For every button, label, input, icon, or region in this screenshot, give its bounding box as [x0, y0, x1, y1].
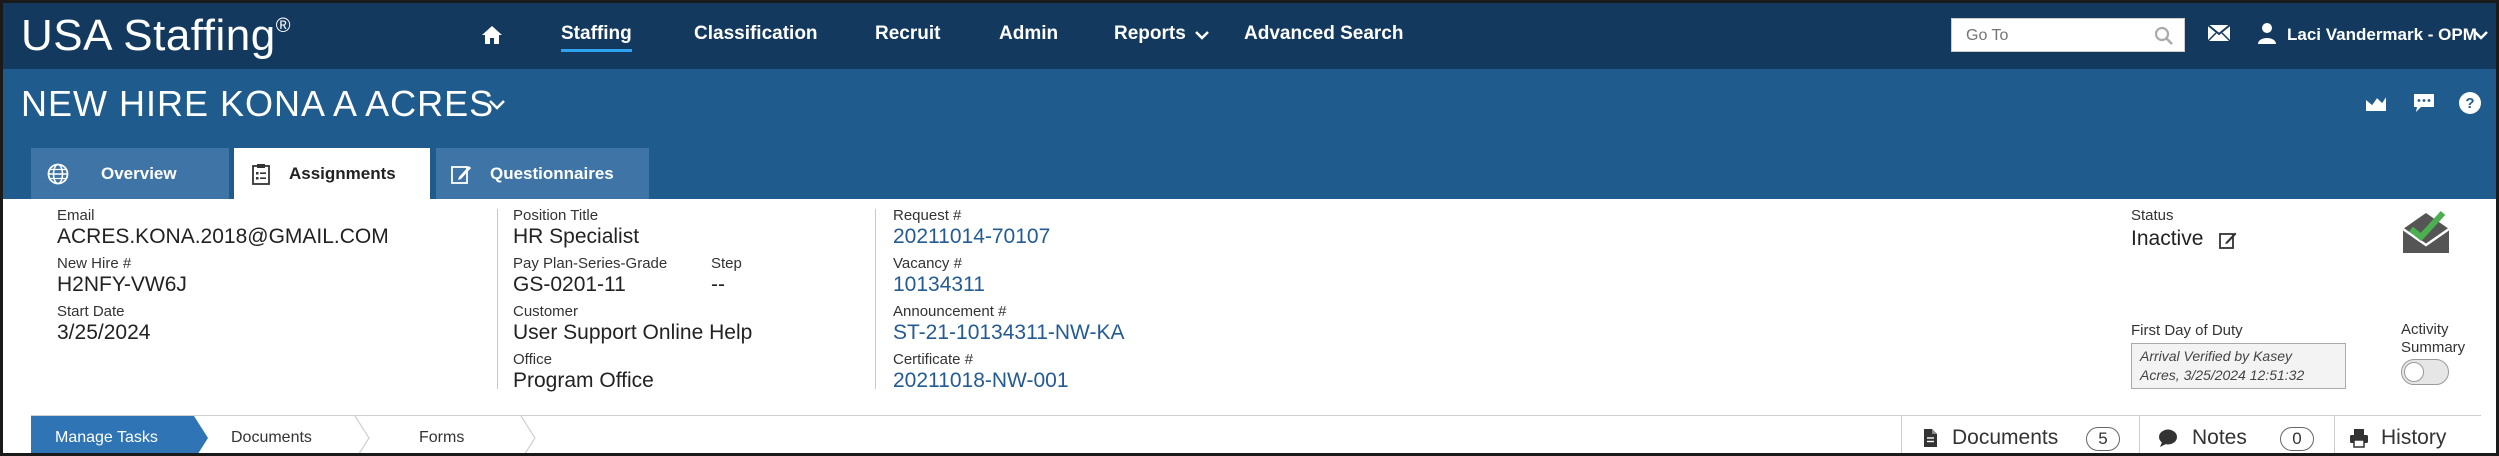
app-window: USA Staffing® Staffing Classification Re… [0, 0, 2499, 456]
first-day-label: First Day of Duty [2131, 322, 2243, 339]
pay-plan-label: Pay Plan-Series-Grade [513, 255, 668, 272]
goto-box [1951, 18, 2185, 52]
start-date-label: Start Date [57, 303, 125, 320]
document-icon [1924, 429, 1937, 447]
status-value: Inactive [2131, 227, 2204, 250]
step-value: -- [711, 273, 725, 296]
history-panel-tab[interactable]: History [2334, 416, 2481, 453]
subtab-manage-tasks-label: Manage Tasks [55, 429, 158, 446]
title-chevron-down-icon[interactable] [488, 99, 506, 111]
customer-label: Customer [513, 303, 579, 320]
brand-text: USA Staffing [21, 11, 276, 60]
tab-questionnaires[interactable]: Questionnaires [436, 148, 649, 199]
user-chevron-down-icon[interactable] [2473, 29, 2489, 41]
edit-status-icon[interactable] [2219, 231, 2237, 249]
globe-icon [47, 163, 69, 185]
notes-panel-tab[interactable]: Notes 0 [2139, 416, 2334, 453]
step-label: Step [711, 255, 742, 272]
request-label: Request # [893, 207, 962, 224]
notes-count-badge: 0 [2280, 427, 2314, 451]
first-day-value: Arrival Verified by Kasey Acres, 3/25/20… [2131, 343, 2346, 389]
activity-summary-label: Activity Summary [2401, 321, 2465, 357]
mail-icon[interactable] [2207, 24, 2231, 42]
activity-label-line-1: Activity [2401, 321, 2449, 338]
top-nav: USA Staffing® Staffing Classification Re… [3, 3, 2496, 69]
activity-summary-toggle[interactable] [2401, 359, 2449, 385]
tab-overview[interactable]: Overview [31, 148, 229, 199]
nav-admin[interactable]: Admin [999, 23, 1058, 45]
arrival-line-1: Arrival Verified by Kasey [2140, 348, 2292, 364]
pay-plan-value: GS-0201-11 [513, 273, 626, 296]
new-hire-value: H2NFY-VW6J [57, 273, 187, 296]
office-value: Program Office [513, 369, 654, 392]
brand-logo[interactable]: USA Staffing® [21, 11, 291, 61]
customer-value: User Support Online Help [513, 321, 753, 344]
new-hire-label: New Hire # [57, 255, 132, 272]
envelope-logo-icon [2402, 210, 2450, 253]
breadcrumb-separator [520, 416, 536, 453]
nav-advanced-search[interactable]: Advanced Search [1244, 23, 1403, 45]
goto-input[interactable] [1966, 25, 2146, 47]
vacancy-label: Vacancy # [893, 255, 962, 272]
documents-panel-label: Documents [1952, 426, 2059, 449]
dashboard-icon[interactable] [2364, 91, 2388, 115]
tab-assignments[interactable]: Assignments [234, 148, 430, 201]
page-title: NEW HIRE KONA A ACRES [21, 83, 495, 124]
history-panel-label: History [2381, 426, 2447, 449]
subtab-manage-tasks[interactable]: Manage Tasks [31, 416, 194, 453]
comment-icon[interactable] [2412, 91, 2436, 115]
status-label: Status [2131, 207, 2174, 224]
nav-classification[interactable]: Classification [694, 23, 818, 45]
column-divider [497, 209, 498, 389]
vacancy-link[interactable]: 10134311 [893, 273, 985, 297]
user-icon[interactable] [2257, 22, 2277, 44]
nav-reports[interactable]: Reports [1114, 23, 1186, 45]
home-icon[interactable] [481, 25, 503, 45]
edit-form-icon [451, 166, 471, 184]
sub-nav-bar: Manage Tasks Documents Forms Documents 5… [31, 415, 2481, 453]
activity-label-line-2: Summary [2401, 339, 2466, 356]
column-divider [875, 209, 876, 389]
reports-chevron-down-icon[interactable] [1195, 30, 1209, 40]
toggle-knob [2404, 362, 2424, 382]
position-title-label: Position Title [513, 207, 599, 224]
arrival-line-2: Acres, 3/25/2024 12:51:32 [2140, 367, 2305, 383]
position-title-value: HR Specialist [513, 225, 640, 248]
new-hire-details: Email ACRES.KONA.2018@GMAIL.COM New Hire… [31, 199, 2481, 415]
notes-panel-label: Notes [2192, 426, 2247, 449]
office-label: Office [513, 351, 552, 368]
help-icon[interactable]: ? [2458, 91, 2482, 115]
announcement-link[interactable]: ST-21-10134311-NW-KA [893, 321, 1125, 345]
clipboard-list-icon [252, 164, 270, 185]
tab-overview-label: Overview [101, 164, 177, 183]
user-name[interactable]: Laci Vandermark - OPM [2287, 25, 2477, 45]
note-bubble-icon [2159, 429, 2177, 447]
start-date-value: 3/25/2024 [57, 321, 151, 344]
printer-history-icon [2350, 429, 2368, 448]
svg-text:?: ? [2465, 95, 2474, 112]
subtab-documents-label: Documents [231, 429, 312, 446]
email-value: ACRES.KONA.2018@GMAIL.COM [57, 225, 389, 248]
documents-count-badge: 5 [2086, 427, 2120, 451]
certificate-label: Certificate # [893, 351, 974, 368]
request-link[interactable]: 20211014-70107 [893, 225, 1050, 249]
tab-questionnaires-label: Questionnaires [490, 164, 614, 183]
announcement-label: Announcement # [893, 303, 1007, 320]
nav-staffing[interactable]: Staffing [561, 23, 632, 52]
brand-mark: ® [275, 15, 291, 37]
tab-assignments-label: Assignments [289, 164, 396, 183]
active-tab-arrow [194, 416, 208, 453]
certificate-link[interactable]: 20211018-NW-001 [893, 369, 1069, 393]
search-icon[interactable] [2154, 26, 2174, 46]
nav-recruit[interactable]: Recruit [875, 23, 940, 45]
email-label: Email [57, 207, 95, 224]
subtab-forms-label: Forms [419, 429, 465, 446]
documents-panel-tab[interactable]: Documents 5 [1901, 416, 2139, 453]
breadcrumb-separator [354, 416, 370, 453]
